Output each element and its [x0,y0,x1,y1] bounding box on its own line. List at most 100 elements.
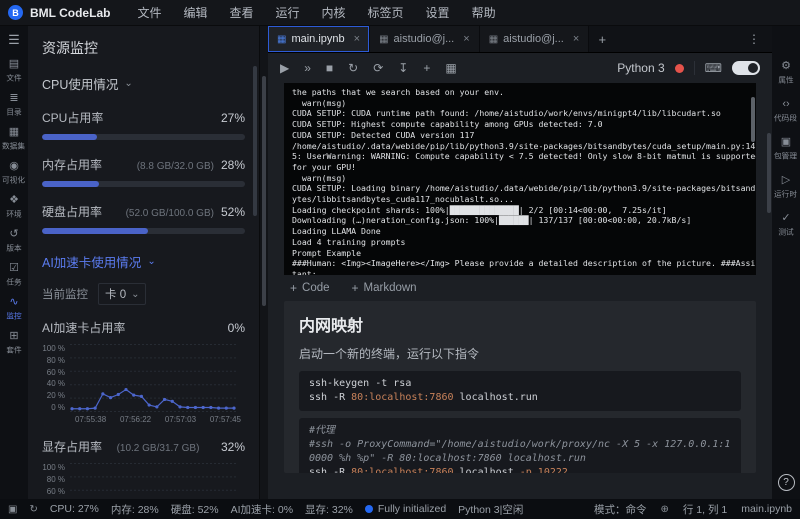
test-icon: ✓ [781,212,791,224]
tab-label: aistudio@j... [503,33,564,45]
cursor-position[interactable]: 行 1, 列 1 [683,502,727,517]
status-icon-2[interactable]: ↻ [29,504,37,515]
app-title: BML CodeLab [30,5,111,20]
menu-view[interactable]: 查看 [218,0,264,26]
menu-edit[interactable]: 编辑 [172,0,218,26]
sidebar-item-packages[interactable]: ▣ 包管理 [772,136,800,162]
run-cell-button[interactable]: ▶ [280,62,289,74]
kernel-busy-indicator [674,63,684,73]
environment-icon: ❖ [9,194,19,206]
meter-percent: 32% [220,440,245,454]
notebook-icon: ▦ [277,33,287,45]
code-comment: #ssh -o ProxyCommand="/home/aistudio/wor… [309,439,731,464]
card-select-dropdown[interactable]: 卡 0 ⌄ [98,283,147,305]
sidebar-item-test[interactable]: ✓ 测试 [772,212,800,238]
run-all-button[interactable]: » [304,62,311,74]
sidebar-item-toc[interactable]: ≣ 目录 [0,92,28,118]
ai-card-section-header[interactable]: AI加速卡使用情况 ⌄ [42,252,245,271]
add-markdown-label: Markdown [363,282,417,294]
sidebar-item-visualization[interactable]: ◉ 可视化 [0,160,28,186]
add-cell-button[interactable]: + [423,62,430,74]
status-disk: 硬盘: 52% [170,503,219,516]
gutter-scrollbar[interactable] [262,76,266,306]
help-button[interactable]: ? [777,474,795,491]
resource-monitor-panel: 资源监控 CPU使用情况 ⌄ CPU占用率 27% 内存占用率 (8.8 GB/… [28,26,260,499]
tab-aistudio-2[interactable]: ▦ aistudio@j... × [479,26,590,52]
refresh-button[interactable]: ⟳ [373,62,383,74]
menu-run[interactable]: 运行 [265,0,311,26]
init-status-label: Fully initialized [377,503,447,515]
bml-codelab-window: B BML CodeLab 文件 编辑 查看 运行 内核 标签页 设置 帮助 ☰… [0,0,800,519]
kernel-status[interactable]: Python 3|空闲 [458,502,523,517]
cell-output[interactable]: the paths that we search based on your e… [284,83,756,275]
menu-file[interactable]: 文件 [126,0,172,26]
menu-kernel[interactable]: 内核 [311,0,357,26]
hamburger-menu-icon[interactable]: ☰ [8,32,20,48]
tasks-icon: ☑ [9,262,19,274]
chevron-down-icon: ⌄ [147,256,156,267]
notebook-scroll-area[interactable]: the paths that we search based on your e… [268,83,772,499]
tab-aistudio-1[interactable]: ▦ aistudio@j... × [370,26,480,52]
tab-overflow-menu-icon[interactable]: ⋮ [736,26,772,52]
sidebar-item-snippets[interactable]: ‹› 代码段 [772,98,800,124]
notebook-scrollbar[interactable] [767,133,771,213]
rail-label: 数据集 [2,141,26,151]
mode-indicator[interactable]: 模式：命令 [594,502,647,517]
add-markdown-cell-button[interactable]: + Markdown [352,281,417,295]
language-icon[interactable]: ⊕ [660,504,668,515]
restart-kernel-button[interactable]: ↻ [348,62,358,74]
sidebar-item-kit[interactable]: ⊞ 套件 [0,330,28,356]
kit-icon: ⊞ [9,330,19,342]
rail-label: 代码段 [774,113,798,123]
sidebar-item-dataset[interactable]: ▦ 数据集 [0,126,28,152]
add-code-cell-button[interactable]: + Code [290,281,330,295]
sidebar-item-version[interactable]: ↺ 版本 [0,228,28,254]
save-button[interactable]: ↧ [398,62,408,74]
rail-label: 文件 [6,73,22,83]
status-bar: ▣ ↻ CPU: 27% 内存: 28% 硬盘: 52% AI加速卡: 0% 显… [0,499,800,519]
interrupt-kernel-button[interactable]: ■ [326,62,333,74]
chevron-down-icon: ⌄ [124,78,133,89]
rail-label: 套件 [6,345,22,355]
close-tab-icon[interactable]: × [463,33,469,45]
plus-icon: + [351,281,359,295]
kernel-name[interactable]: Python 3 [617,61,664,75]
sidebar-item-monitor[interactable]: ∿ 监控 [0,296,28,322]
resource-panel-scrollbar[interactable] [253,66,257,216]
rail-label: 目录 [6,107,22,117]
code-line: localhost.run [453,392,538,403]
rail-label: 监控 [6,311,22,321]
menu-tabs[interactable]: 标签页 [357,0,415,26]
new-tab-button[interactable]: + [589,26,615,52]
markdown-paragraph: 启动一个新的终端，运行以下指令 [299,347,480,361]
gpu-chart-x-axis: 07:55:38 07:56:22 07:57:03 07:57:45 [75,415,241,424]
markdown-cell[interactable]: 内网映射 启动一个新的终端，运行以下指令 ssh-keygen -t rsa s… [284,301,756,473]
grid-view-button[interactable]: ▦ [445,62,456,74]
tab-main-ipynb[interactable]: ▦ main.ipynb × [268,26,371,52]
meter-percent: 0% [227,321,245,335]
meter-percent: 28% [220,158,245,172]
memory-meter: 内存占用率 (8.8 GB/32.0 GB) 28% [42,156,245,187]
meter-label: CPU占用率 [42,111,104,125]
cpu-section-label: CPU使用情况 [42,78,119,92]
rail-label: 属性 [778,75,794,85]
status-icon-1[interactable]: ▣ [8,504,17,515]
cpu-section-header[interactable]: CPU使用情况 ⌄ [42,74,245,93]
sidebar-item-environment[interactable]: ❖ 环境 [0,194,28,220]
keyboard-icon[interactable]: ⌨ [705,62,722,74]
gpu-usage-chart-plot [70,344,236,412]
sidebar-item-runtime[interactable]: ▷ 运行时 [772,174,800,200]
toolbar-divider [693,61,695,75]
sidebar-item-properties[interactable]: ⚙ 属性 [772,60,800,86]
menu-settings[interactable]: 设置 [415,0,461,26]
sidebar-item-tasks[interactable]: ☑ 任务 [0,262,28,288]
dataset-icon: ▦ [8,126,20,138]
output-scrollbar[interactable] [751,97,755,142]
menu-help[interactable]: 帮助 [461,0,507,26]
close-tab-icon[interactable]: × [354,33,360,45]
sidebar-item-files[interactable]: ▤ 文件 [0,58,28,84]
mode-toggle[interactable] [732,61,760,75]
gpu-chart-y-axis: 100 % 80 % 60 % 40 % 20 % 0 % [42,344,65,412]
notebook-toolbar: ▶ » ■ ↻ ⟳ ↧ + ▦ Python 3 ⌨ [268,53,772,83]
close-tab-icon[interactable]: × [573,33,579,45]
